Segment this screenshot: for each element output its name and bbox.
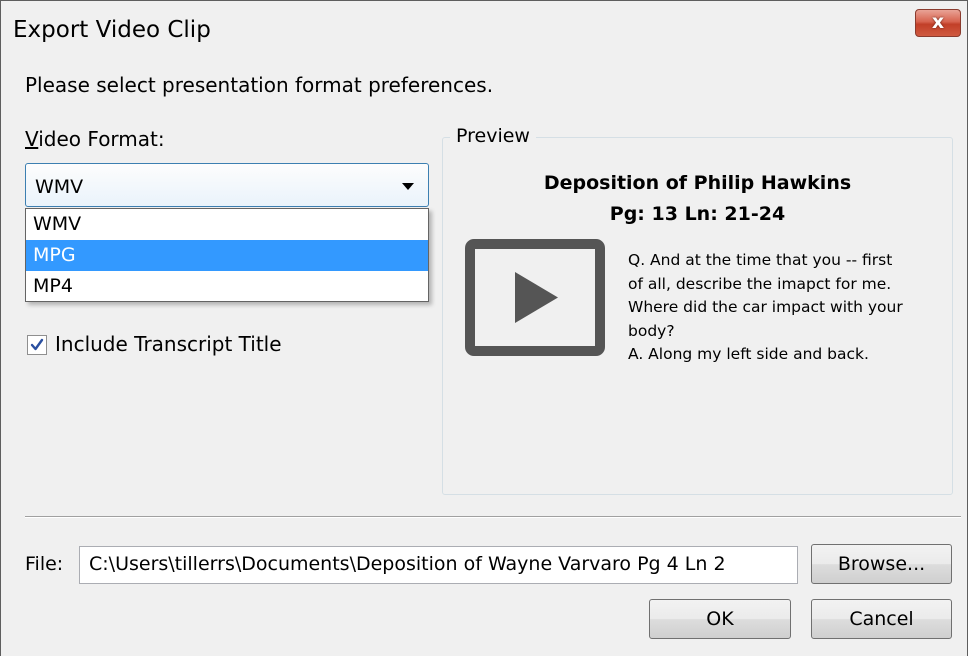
file-path-field[interactable]: C:\Users\tillerrs\Documents\Deposition o… [79,546,798,584]
close-icon: x [931,11,945,33]
checkmark-icon [30,338,44,351]
preview-transcript-text: Q. And at the time that you -- first of … [628,249,948,367]
preview-subtitle: Pg: 13 Ln: 21-24 [609,203,786,225]
preview-title: Deposition of Philip Hawkins [543,172,852,194]
window-title: Export Video Clip [13,17,211,43]
file-label: File: [25,553,64,575]
instruction-text: Please select presentation format prefer… [25,73,494,97]
cancel-button[interactable]: Cancel [811,599,952,639]
video-format-select[interactable]: WMV [25,163,429,207]
export-video-clip-dialog: Export Video Clip x Please select presen… [0,0,968,656]
dropdown-option-mpg[interactable]: MPG [26,240,428,271]
transcript-line: body? [628,321,675,340]
transcript-line: A. Along my left side and back. [628,345,869,363]
dropdown-option-wmv[interactable]: WMV [26,209,428,240]
transcript-line: Q. And at the time that you -- first [628,251,893,269]
title-bar[interactable]: Export Video Clip x [1,1,967,59]
video-format-dropdown-list: WMV MPG MP4 [25,208,429,302]
include-transcript-title-checkbox[interactable] [27,335,47,355]
ok-button[interactable]: OK [649,599,791,639]
separator [25,516,961,518]
video-format-label-accel: V [25,127,39,151]
file-path-value: C:\Users\tillerrs\Documents\Deposition o… [89,553,726,575]
preview-legend: Preview [450,125,536,147]
transcript-line: Where did the car impact with your [628,298,903,316]
close-button[interactable]: x [915,9,961,37]
browse-button[interactable]: Browse... [811,544,952,584]
include-transcript-title-label: Include Transcript Title [55,332,282,356]
play-icon [465,239,605,356]
chevron-down-icon[interactable] [402,183,414,190]
video-format-selected-value: WMV [35,176,84,198]
video-format-label-rest: ideo Format: [38,127,165,151]
video-format-label: Video Format: [25,127,165,151]
dropdown-option-mp4[interactable]: MP4 [26,271,428,302]
transcript-line: of all, describe the imapct for me. [628,274,892,293]
